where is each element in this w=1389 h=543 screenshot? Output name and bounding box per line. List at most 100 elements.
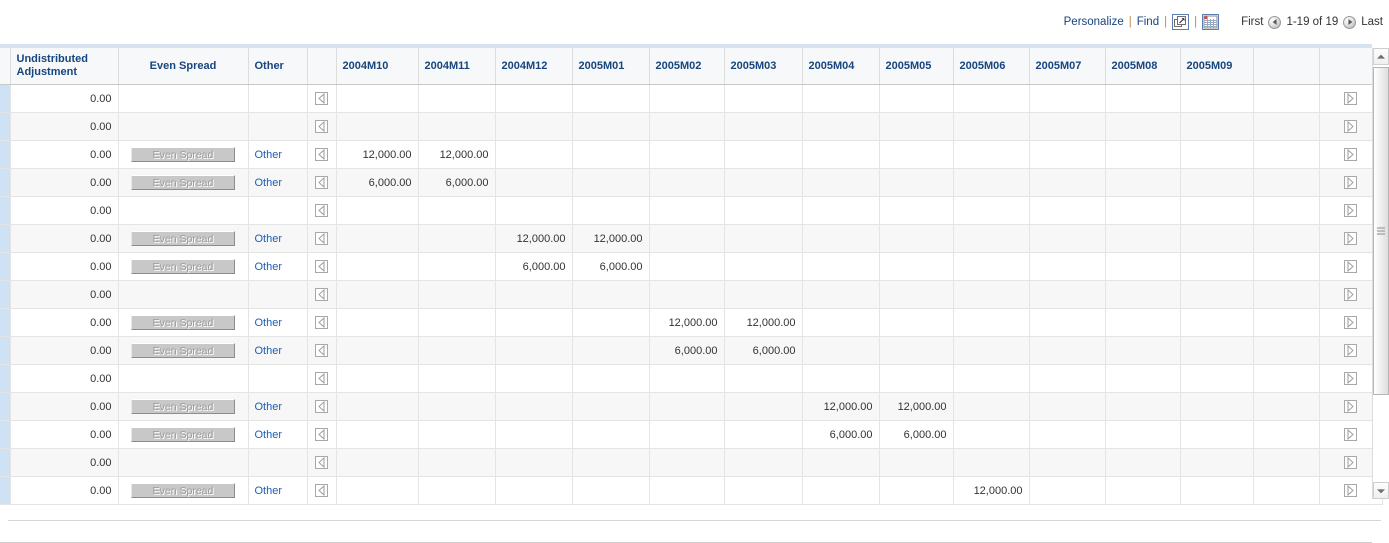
column-header-2005m09: 2005M09 [1180, 48, 1254, 85]
row-sliver-cell [0, 140, 11, 169]
scroll-columns-right-icon[interactable] [1344, 316, 1357, 329]
scroll-columns-left-icon[interactable] [315, 92, 328, 105]
scroll-columns-left-icon[interactable] [315, 316, 328, 329]
find-link[interactable]: Find [1137, 16, 1159, 28]
scroll-columns-right-icon[interactable] [1344, 176, 1357, 189]
scroll-columns-left-icon[interactable] [315, 400, 328, 413]
column-header-even-spread: Even Spread [118, 48, 249, 85]
scroll-columns-left-icon[interactable] [315, 372, 328, 385]
scroll-columns-left-icon[interactable] [315, 344, 328, 357]
personalize-link[interactable]: Personalize [1064, 16, 1124, 28]
row-sliver-cell [0, 252, 11, 281]
period-amount-cell [879, 308, 954, 337]
period-amount-cell [1105, 364, 1181, 393]
even-spread-button[interactable]: Even Spread [131, 231, 235, 246]
scroll-columns-left-icon[interactable] [315, 456, 328, 469]
scroll-columns-left-icon[interactable] [315, 120, 328, 133]
scroll-left-cell [307, 84, 337, 113]
period-amount-cell [572, 140, 650, 169]
scroll-columns-left-icon[interactable] [315, 176, 328, 189]
other-link[interactable]: Other [255, 401, 283, 413]
period-amount-cell [802, 364, 880, 393]
even-spread-button[interactable]: Even Spread [131, 259, 235, 274]
other-link[interactable]: Other [255, 261, 283, 273]
scroll-columns-left-icon[interactable] [315, 428, 328, 441]
other-cell: Other [248, 168, 308, 197]
scroll-columns-right-icon[interactable] [1344, 204, 1357, 217]
scroll-columns-left-icon[interactable] [315, 484, 328, 497]
even-spread-button[interactable]: Even Spread [131, 399, 235, 414]
column-header-sliver [0, 48, 11, 85]
scroll-columns-left-icon[interactable] [315, 288, 328, 301]
other-link[interactable]: Other [255, 233, 283, 245]
other-link[interactable]: Other [255, 485, 283, 497]
scroll-columns-right-icon[interactable] [1344, 484, 1357, 497]
scroll-columns-right-icon[interactable] [1344, 120, 1357, 133]
period-amount-cell [879, 224, 954, 253]
scroll-columns-right-icon[interactable] [1344, 232, 1357, 245]
scroll-thumb-grip [1377, 227, 1385, 235]
period-amount-cell [495, 476, 573, 505]
period-amount-cell [572, 308, 650, 337]
period-amount-cell [802, 308, 880, 337]
other-link[interactable]: Other [255, 429, 283, 441]
last-page-label[interactable]: Last [1361, 16, 1383, 28]
next-page-icon[interactable] [1343, 15, 1357, 29]
scroll-columns-right-icon[interactable] [1344, 288, 1357, 301]
scroll-columns-right-icon[interactable] [1344, 92, 1357, 105]
scroll-columns-right-icon[interactable] [1344, 148, 1357, 161]
even-spread-cell: Even Spread [118, 476, 249, 505]
period-amount-cell [1180, 84, 1254, 113]
scroll-up-icon[interactable] [1373, 48, 1389, 65]
even-spread-button[interactable]: Even Spread [131, 147, 235, 162]
expand-to-new-window-icon[interactable] [1172, 14, 1190, 30]
first-page-label[interactable]: First [1241, 16, 1263, 28]
even-spread-cell: Even Spread [118, 252, 249, 281]
other-link[interactable]: Other [255, 345, 283, 357]
other-link[interactable]: Other [255, 317, 283, 329]
scroll-columns-left-icon[interactable] [315, 260, 328, 273]
period-amount-cell [418, 420, 496, 449]
even-spread-cell [118, 364, 249, 393]
scroll-columns-right-icon[interactable] [1344, 344, 1357, 357]
period-amount-cell: 6,000.00 [879, 420, 954, 449]
even-spread-button[interactable]: Even Spread [131, 427, 235, 442]
scroll-columns-left-icon[interactable] [315, 232, 328, 245]
undistributed-adjustment-cell: 0.00 [10, 84, 119, 113]
scroll-columns-left-icon[interactable] [315, 204, 328, 217]
period-amount-cell [724, 112, 803, 141]
period-amount-cell [649, 196, 725, 225]
period-amount-cell [802, 252, 880, 281]
scroll-columns-right-icon[interactable] [1344, 372, 1357, 385]
column-header-2005m02: 2005M02 [649, 48, 725, 85]
period-amount-cell [879, 84, 954, 113]
period-amount-cell [495, 392, 573, 421]
scroll-thumb[interactable] [1373, 67, 1389, 395]
vertical-scrollbar[interactable] [1372, 48, 1389, 499]
scroll-columns-left-icon[interactable] [315, 148, 328, 161]
filler-cell [1253, 420, 1320, 449]
period-amount-cell [879, 196, 954, 225]
period-amount-cell [724, 196, 803, 225]
scroll-columns-right-icon[interactable] [1344, 260, 1357, 273]
scroll-columns-right-icon[interactable] [1344, 456, 1357, 469]
even-spread-button[interactable]: Even Spread [131, 175, 235, 190]
scroll-columns-right-icon[interactable] [1344, 428, 1357, 441]
period-amount-cell [1029, 252, 1106, 281]
download-to-spreadsheet-icon[interactable] [1202, 14, 1220, 30]
scroll-columns-right-icon[interactable] [1344, 400, 1357, 413]
other-link[interactable]: Other [255, 177, 283, 189]
even-spread-button[interactable]: Even Spread [131, 343, 235, 358]
even-spread-button[interactable]: Even Spread [131, 315, 235, 330]
period-amount-cell [879, 112, 954, 141]
scroll-down-icon[interactable] [1373, 482, 1389, 499]
prev-page-icon[interactable] [1268, 15, 1282, 29]
filler-cell [1253, 364, 1320, 393]
scroll-left-cell [307, 420, 337, 449]
even-spread-button[interactable]: Even Spread [131, 483, 235, 498]
other-link[interactable]: Other [255, 149, 283, 161]
row-sliver-cell [0, 476, 11, 505]
period-amount-cell [802, 112, 880, 141]
period-amount-cell [572, 168, 650, 197]
undistributed-adjustment-cell: 0.00 [10, 168, 119, 197]
